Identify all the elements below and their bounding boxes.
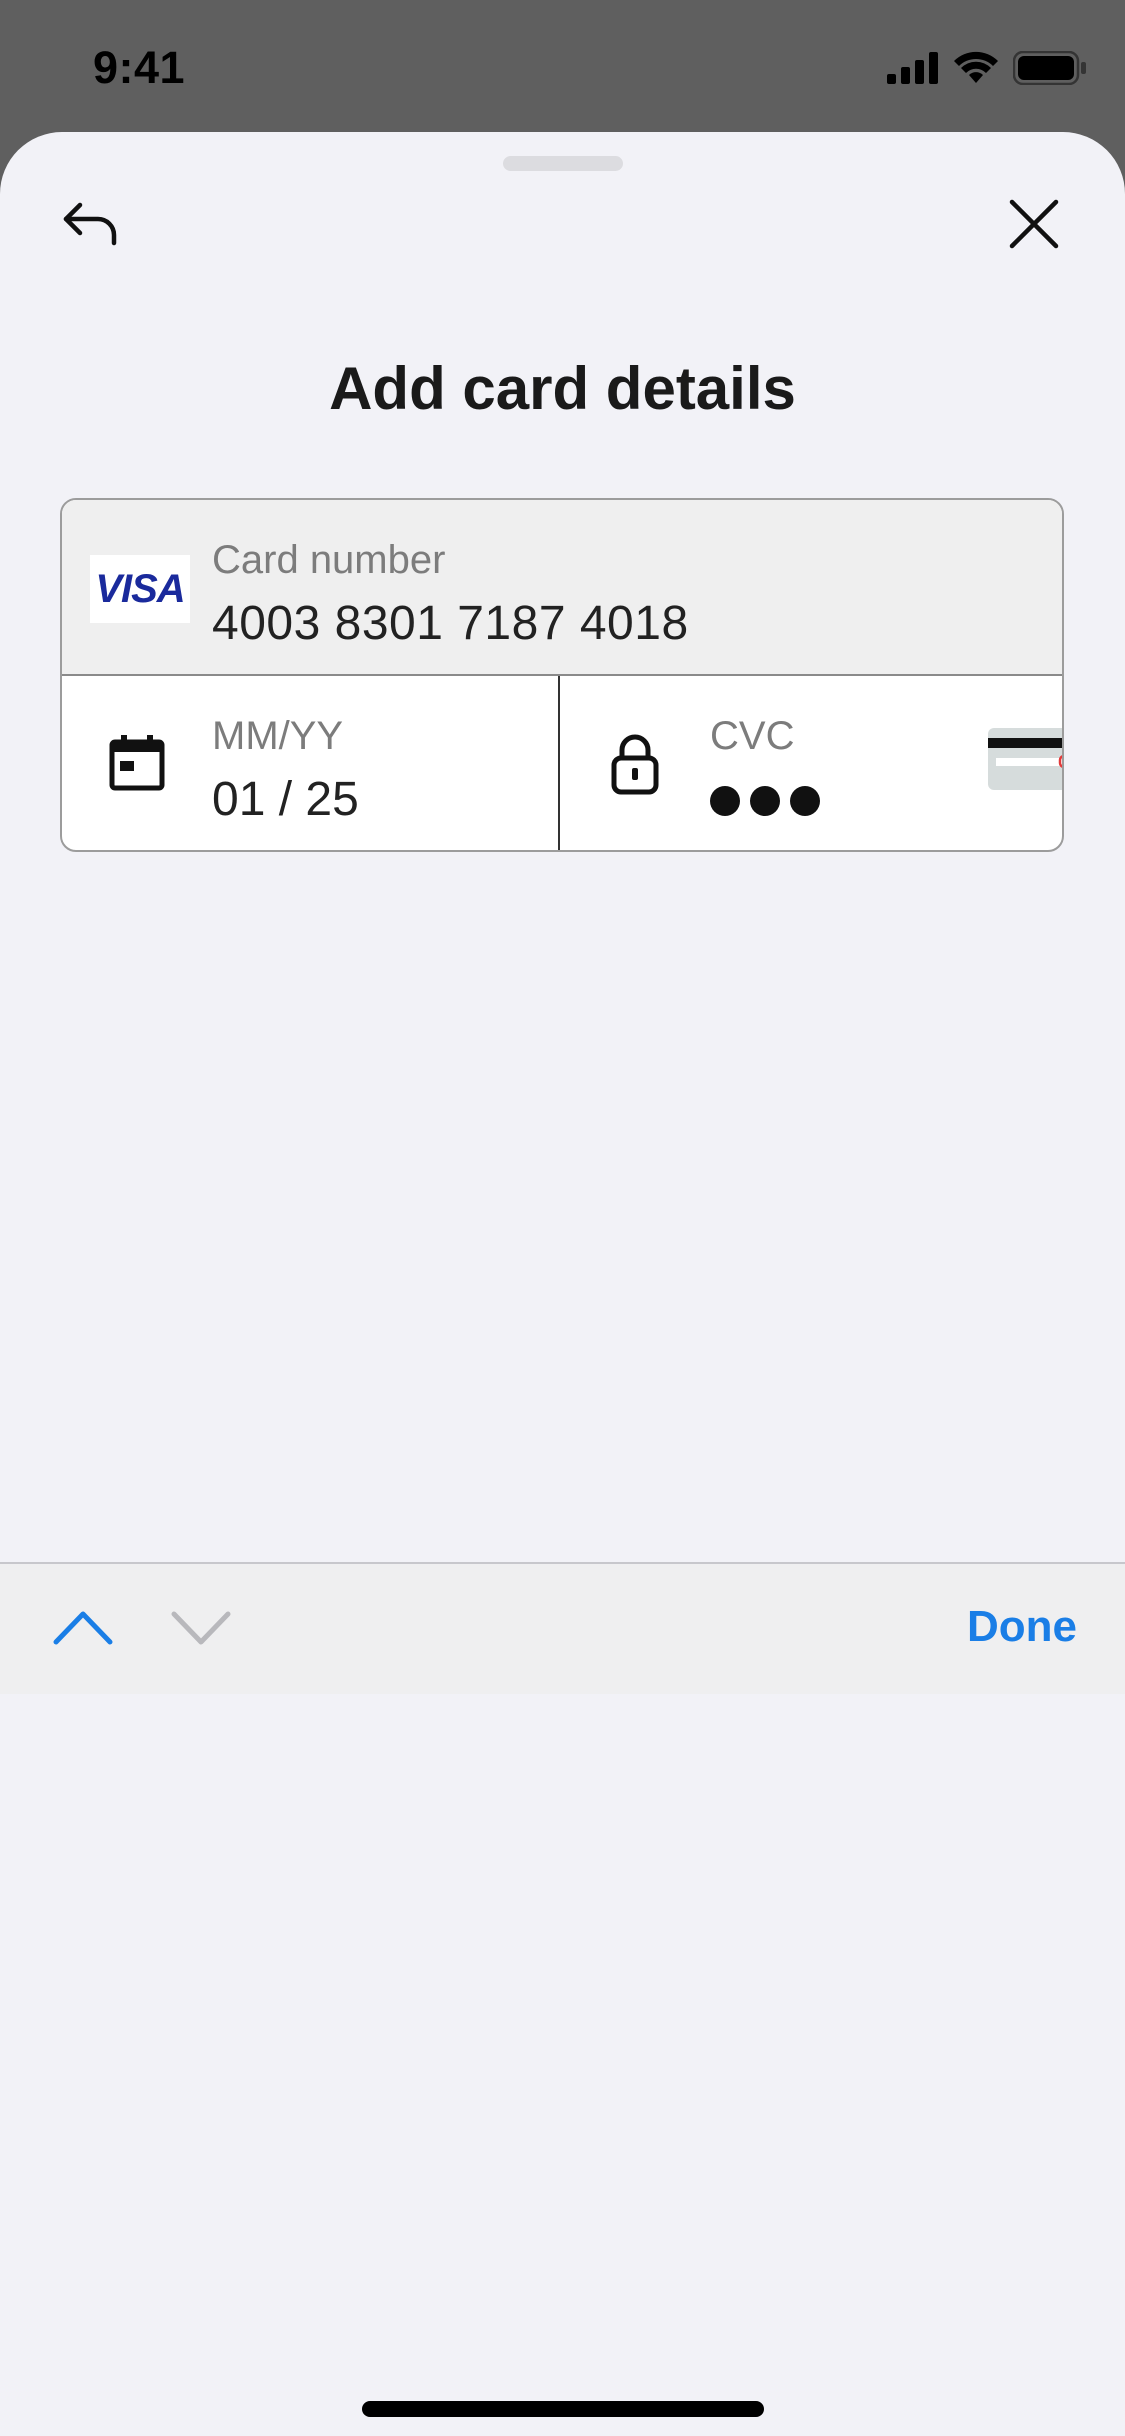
- back-arrow-icon: [63, 202, 117, 246]
- card-number-field[interactable]: VISA Card number 4003 8301 7187 4018: [62, 500, 1062, 676]
- card-back-icon: [988, 728, 1062, 790]
- expiry-field[interactable]: MM/YY 01 / 25: [62, 676, 560, 850]
- card-details-form: VISA Card number 4003 8301 7187 4018 MM/…: [60, 498, 1064, 852]
- card-number-label: Card number: [212, 538, 446, 582]
- close-button[interactable]: [986, 176, 1082, 272]
- chevron-down-icon[interactable]: [168, 1600, 234, 1654]
- cvc-label: CVC: [710, 714, 795, 758]
- card-number-value: 4003 8301 7187 4018: [212, 597, 689, 650]
- status-time: 9:41: [93, 42, 186, 93]
- status-icons: [887, 48, 1087, 88]
- cvc-field[interactable]: CVC: [560, 676, 1062, 850]
- close-icon: [1009, 199, 1059, 249]
- expiry-value: 01 / 25: [212, 773, 359, 826]
- expiry-label: MM/YY: [212, 714, 344, 758]
- visa-logo: VISA: [90, 555, 190, 623]
- signal-icon: [887, 52, 938, 84]
- done-button[interactable]: Done: [967, 1602, 1077, 1652]
- chevron-up-icon[interactable]: [50, 1600, 116, 1654]
- page-title: Add card details: [329, 355, 796, 422]
- back-button[interactable]: [42, 176, 138, 272]
- status-bar: 9:41: [0, 0, 1125, 132]
- keyboard-accessory-toolbar: Done: [0, 1562, 1125, 1694]
- calendar-icon: [109, 735, 165, 791]
- lock-icon: [611, 734, 659, 795]
- wifi-icon: [954, 51, 998, 83]
- bottom-sheet: Add card details VISA Card number 4003 8…: [0, 132, 1125, 2436]
- sheet-grabber[interactable]: [503, 156, 623, 171]
- cvc-masked-value: [710, 786, 820, 816]
- home-indicator[interactable]: [362, 2401, 764, 2417]
- battery-icon: [1013, 51, 1086, 85]
